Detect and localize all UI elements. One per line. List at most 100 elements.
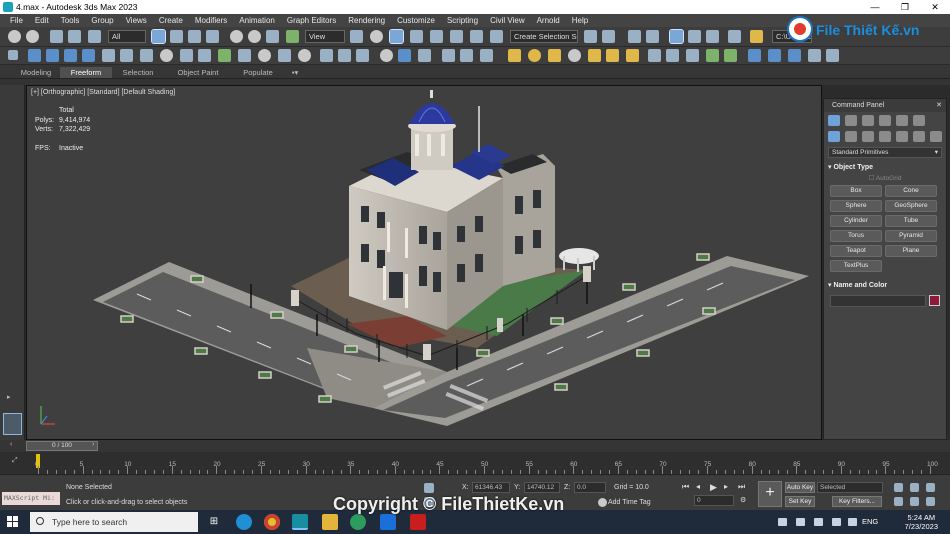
mini-curve-editor-icon[interactable]: ⤢: [12, 457, 18, 465]
windows-start-icon[interactable]: [7, 516, 19, 528]
close-icon[interactable]: ✕: [920, 0, 950, 14]
bind-space-warp-icon[interactable]: [88, 30, 101, 43]
primitive-type-dropdown[interactable]: Standard Primitives ▾: [828, 147, 942, 158]
z-coordinate-field[interactable]: 0.0: [574, 482, 606, 493]
key-mode-plus-button[interactable]: +: [758, 481, 782, 507]
named-selection-dropdown[interactable]: Create Selection Se: [510, 30, 578, 43]
camera-icon[interactable]: [648, 49, 661, 62]
edge-browser-icon[interactable]: [236, 514, 252, 530]
layer-properties-icon[interactable]: [180, 49, 193, 62]
ribbon-toggle-icon[interactable]: [669, 29, 684, 44]
undo-icon[interactable]: [8, 30, 21, 43]
x-coordinate-field[interactable]: 61346.43: [472, 482, 510, 493]
modify-tab-icon[interactable]: [845, 114, 857, 126]
menu-help[interactable]: Help: [566, 16, 594, 25]
render-production-icon[interactable]: [398, 49, 411, 62]
cylinder-primitive-icon[interactable]: [548, 49, 561, 62]
space-warps-icon[interactable]: [913, 130, 925, 142]
volume-icon[interactable]: [832, 518, 841, 526]
object-name-input[interactable]: [830, 295, 926, 307]
menu-graph-editors[interactable]: Graph Editors: [281, 16, 342, 25]
zoom-extents-icon[interactable]: [926, 483, 935, 492]
schematic-view-icon[interactable]: [706, 30, 719, 43]
keyboard-shortcut-icon[interactable]: [389, 29, 404, 44]
teapot-button[interactable]: Teapot: [830, 245, 882, 257]
container-icon[interactable]: [28, 49, 41, 62]
dope-sheet-icon[interactable]: [320, 49, 333, 62]
pan-icon[interactable]: [894, 497, 903, 506]
render-setup-icon[interactable]: [750, 30, 763, 43]
taskbar-clock[interactable]: 5:24 AM 7/23/2023: [905, 513, 938, 531]
foliage-icon[interactable]: [724, 49, 737, 62]
place-icon[interactable]: [286, 30, 299, 43]
time-tag-icon[interactable]: [598, 498, 607, 507]
brush-icon[interactable]: [258, 49, 271, 62]
taskbar-search-input[interactable]: Type here to search: [30, 512, 198, 532]
rect-selection-icon[interactable]: [188, 30, 201, 43]
name-and-color-rollout[interactable]: ▾ Name and Color: [828, 280, 942, 291]
set-key-button[interactable]: Set Key: [785, 496, 815, 507]
material-editor-icon[interactable]: [728, 30, 741, 43]
lights-icon[interactable]: [862, 130, 874, 142]
rotate-icon[interactable]: [248, 30, 261, 43]
auto-key-button[interactable]: Auto Key: [785, 482, 815, 493]
app-icon[interactable]: [350, 514, 366, 530]
tab-populate[interactable]: Populate: [232, 67, 284, 78]
edit-named-selection-icon[interactable]: [490, 30, 503, 43]
angle-snap-icon[interactable]: [430, 30, 443, 43]
inherit-container-icon[interactable]: [64, 49, 77, 62]
file-explorer-icon[interactable]: [322, 514, 338, 530]
shapes-icon[interactable]: [845, 130, 857, 142]
select-by-name-icon[interactable]: [170, 30, 183, 43]
isolate-icon[interactable]: [238, 49, 251, 62]
redo-icon[interactable]: [26, 30, 39, 43]
y-coordinate-field[interactable]: 14740.12: [524, 482, 560, 493]
viewport-label[interactable]: [+] [Orthographic] [Standard] [Default S…: [31, 89, 175, 96]
arnold-icon[interactable]: [748, 49, 761, 62]
time-slider[interactable]: ‹ 0 / 100 ›: [0, 440, 950, 452]
time-slider-right-arrow-icon[interactable]: ›: [92, 441, 94, 448]
sphere-primitive-icon[interactable]: [528, 49, 541, 62]
time-config-icon[interactable]: ⚙: [740, 496, 746, 504]
scale-icon[interactable]: [266, 30, 279, 43]
orbit-icon[interactable]: [910, 497, 919, 506]
current-frame-field[interactable]: 0: [694, 495, 734, 506]
system-icon[interactable]: [706, 49, 719, 62]
layer-manager-icon[interactable]: [102, 49, 115, 62]
task-view-icon[interactable]: ⊞: [206, 514, 222, 530]
maximize-icon[interactable]: ❐: [890, 0, 920, 14]
select-object-icon[interactable]: [151, 29, 166, 44]
make-unique-icon[interactable]: [82, 49, 95, 62]
menu-modifiers[interactable]: Modifiers: [189, 16, 233, 25]
new-layer-icon[interactable]: [120, 49, 133, 62]
previous-frame-icon[interactable]: ◂: [696, 482, 700, 491]
window-crossing-icon[interactable]: [206, 30, 219, 43]
network-icon[interactable]: [814, 518, 823, 526]
percent-snap-icon[interactable]: [450, 30, 463, 43]
textplus-button[interactable]: TextPlus: [830, 260, 882, 272]
maximize-viewport-icon[interactable]: [926, 497, 935, 506]
motion-tab-icon[interactable]: [879, 114, 891, 126]
light-icon[interactable]: [588, 49, 601, 62]
selection-filter-dropdown[interactable]: All: [108, 30, 146, 43]
select-layer-icon[interactable]: [160, 49, 173, 62]
sun-icon[interactable]: [606, 49, 619, 62]
cylinder-button[interactable]: Cylinder: [830, 215, 882, 227]
expand-arrow-icon[interactable]: ▸: [7, 393, 11, 401]
chrome-browser-icon[interactable]: [264, 514, 280, 530]
close-icon[interactable]: ✕: [936, 99, 942, 112]
acrobat-icon[interactable]: [410, 514, 426, 530]
helper-icon[interactable]: [666, 49, 679, 62]
time-slider-thumb[interactable]: 0 / 100: [26, 441, 98, 451]
add-time-tag-button[interactable]: Add Time Tag: [608, 499, 651, 506]
play-icon[interactable]: ▶: [710, 482, 717, 493]
go-to-end-icon[interactable]: ⏭: [738, 482, 745, 492]
geometry-icon[interactable]: [828, 130, 840, 142]
tab-freeform[interactable]: Freeform: [60, 67, 112, 78]
track-view-icon[interactable]: [338, 49, 351, 62]
unlink-icon[interactable]: [68, 30, 81, 43]
populate-icon[interactable]: [278, 49, 291, 62]
mirror-icon[interactable]: [584, 30, 597, 43]
teapot-primitive-icon[interactable]: [568, 49, 581, 62]
geosphere-button[interactable]: GeoSphere: [885, 200, 937, 212]
